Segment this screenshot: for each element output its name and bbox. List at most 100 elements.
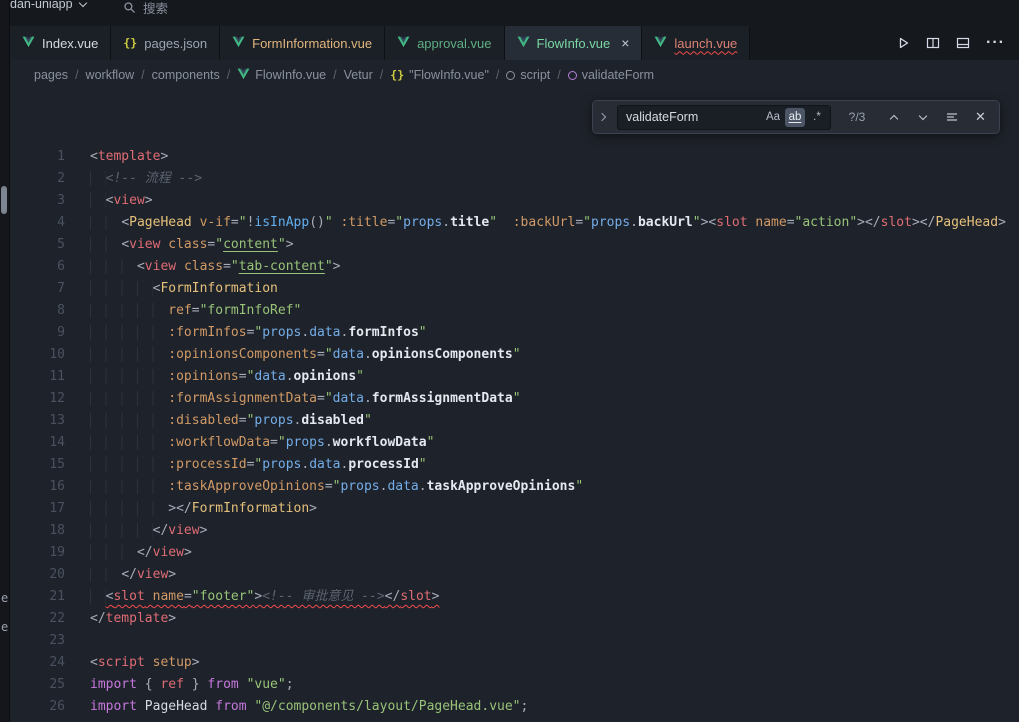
line-number: 9 [10, 322, 65, 344]
find-input[interactable]: validateForm Aa ab .* [617, 105, 831, 130]
workspace-menu[interactable]: dan-uniapp [10, 0, 86, 11]
code-line[interactable]: 9 :formInfos="props.data.formInfos" [10, 322, 1019, 344]
tab-FlowInfo.vue[interactable]: FlowInfo.vue × [505, 26, 643, 60]
code-area: 1<template>2 <!-- 流程 -->3 <view>4 <PageH… [10, 90, 1019, 718]
next-match-button[interactable] [912, 107, 933, 128]
split-editor-icon[interactable] [926, 36, 940, 50]
symbol-method-icon [568, 71, 577, 80]
code-line[interactable]: 2 <!-- 流程 --> [10, 168, 1019, 190]
tab-pages.json[interactable]: {}pages.json [111, 26, 220, 60]
breadcrumb-item[interactable]: FlowInfo.vue [237, 68, 326, 83]
line-number: 24 [10, 652, 65, 674]
match-case-button[interactable]: Aa [763, 108, 783, 127]
vue-icon [232, 36, 245, 51]
code-line[interactable]: 3 <view> [10, 190, 1019, 212]
line-number: 11 [10, 366, 65, 388]
breadcrumb-item[interactable]: validateForm [568, 68, 654, 82]
breadcrumb-item[interactable]: script [506, 68, 550, 82]
title-bar: dan-uniapp 搜索 [10, 0, 1019, 26]
sidebar-sliver: e e [0, 0, 10, 722]
code-line[interactable]: 1<template> [10, 146, 1019, 168]
vue-icon [397, 36, 410, 48]
line-number: 15 [10, 454, 65, 476]
braces-icon: {} [123, 36, 137, 50]
breadcrumb-label: script [520, 68, 550, 82]
regex-button[interactable]: .* [807, 108, 827, 127]
vue-icon [654, 36, 667, 48]
titlebar-search[interactable]: 搜索 [123, 0, 168, 17]
tab-label: FlowInfo.vue [537, 36, 611, 51]
code-text: <!-- 流程 --> [90, 168, 202, 190]
code-line[interactable]: 14 :workflowData="props.workflowData" [10, 432, 1019, 454]
code-line[interactable]: 10 :opinionsComponents="data.opinionsCom… [10, 344, 1019, 366]
close-tab-icon[interactable]: × [621, 36, 629, 50]
code-text: import { ref } from "vue"; [90, 674, 294, 696]
tab-launch.vue[interactable]: launch.vue [642, 26, 750, 60]
find-in-selection-button[interactable] [941, 107, 962, 128]
code-text: ></FormInformation> [90, 498, 317, 520]
code-text: :workflowData="props.workflowData" [90, 432, 434, 454]
sidebar-scroll-thumb[interactable] [1, 186, 7, 214]
more-actions-icon[interactable]: ··· [986, 34, 1005, 52]
code-line[interactable]: 12 :formAssignmentData="data.formAssignm… [10, 388, 1019, 410]
whole-word-button[interactable]: ab [785, 108, 805, 127]
code-text: ref="formInfoRef" [90, 300, 301, 322]
code-text: :disabled="props.disabled" [90, 410, 372, 432]
code-line[interactable]: 24<script setup> [10, 652, 1019, 674]
line-number: 20 [10, 564, 65, 586]
code-text: <view> [90, 190, 153, 212]
code-line[interactable]: 25import { ref } from "vue"; [10, 674, 1019, 696]
code-line[interactable]: 16 :taskApproveOpinions="props.data.task… [10, 476, 1019, 498]
code-text: </view> [90, 542, 192, 564]
breadcrumb-item[interactable]: components [152, 68, 220, 82]
run-icon[interactable] [896, 36, 910, 50]
line-number: 6 [10, 256, 65, 278]
toggle-replace-button[interactable] [595, 101, 609, 133]
code-line[interactable]: 5 <view class="content"> [10, 234, 1019, 256]
code-line[interactable]: 21 <slot name="footer"><!-- 审批意见 --></sl… [10, 586, 1019, 608]
close-find-button[interactable]: ✕ [970, 107, 991, 128]
line-number: 4 [10, 212, 65, 234]
code-text: </template> [90, 608, 176, 630]
tab-approval.vue[interactable]: approval.vue [385, 26, 504, 60]
breadcrumb-separator: / [75, 68, 78, 82]
code-line[interactable]: 11 :opinions="data.opinions" [10, 366, 1019, 388]
sidebar-clipped-text: e [1, 591, 8, 605]
line-number: 17 [10, 498, 65, 520]
code-line[interactable]: 17 ></FormInformation> [10, 498, 1019, 520]
code-line[interactable]: 6 <view class="tab-content"> [10, 256, 1019, 278]
code-line[interactable]: 13 :disabled="props.disabled" [10, 410, 1019, 432]
selection-icon [945, 110, 959, 124]
breadcrumb-item[interactable]: {}"FlowInfo.vue" [390, 68, 489, 82]
breadcrumb-separator: / [496, 68, 499, 82]
code-line[interactable]: 26import PageHead from "@/components/lay… [10, 696, 1019, 718]
vue-icon [22, 36, 35, 48]
code-line[interactable]: 19 </view> [10, 542, 1019, 564]
code-line[interactable]: 18 </view> [10, 520, 1019, 542]
code-line[interactable]: 8 ref="formInfoRef" [10, 300, 1019, 322]
error-squiggle: <slot name="footer"><!-- 审批意见 --></slot> [106, 589, 440, 604]
code-text: :processId="props.data.processId" [90, 454, 427, 476]
breadcrumb-separator: / [557, 68, 560, 82]
line-number: 5 [10, 234, 65, 256]
code-line[interactable]: 22</template> [10, 608, 1019, 630]
code-line[interactable]: 15 :processId="props.data.processId" [10, 454, 1019, 476]
code-line[interactable]: 7 <FormInformation [10, 278, 1019, 300]
breadcrumb-label: Vetur [344, 68, 373, 82]
tab-Index.vue[interactable]: Index.vue [10, 26, 111, 60]
code-line[interactable]: 4 <PageHead v-if="!isInApp()" :title="pr… [10, 212, 1019, 234]
tab-FormInformation.vue[interactable]: FormInformation.vue [220, 26, 385, 60]
breadcrumb-item[interactable]: Vetur [344, 68, 373, 82]
breadcrumb-item[interactable]: workflow [86, 68, 135, 82]
code-line[interactable]: 20 </view> [10, 564, 1019, 586]
code-line[interactable]: 23 [10, 630, 1019, 652]
search-label: 搜索 [143, 0, 168, 17]
editor-actions: ··· [882, 26, 1019, 60]
code-text: <template> [90, 146, 168, 168]
code-editor[interactable]: validateForm Aa ab .* ?/3 ✕ 1<template>2… [10, 90, 1019, 722]
previous-match-button[interactable] [883, 107, 904, 128]
code-text: </view> [90, 564, 176, 586]
breadcrumb-item[interactable]: pages [34, 68, 68, 82]
line-number: 12 [10, 388, 65, 410]
layout-icon[interactable] [956, 36, 970, 50]
